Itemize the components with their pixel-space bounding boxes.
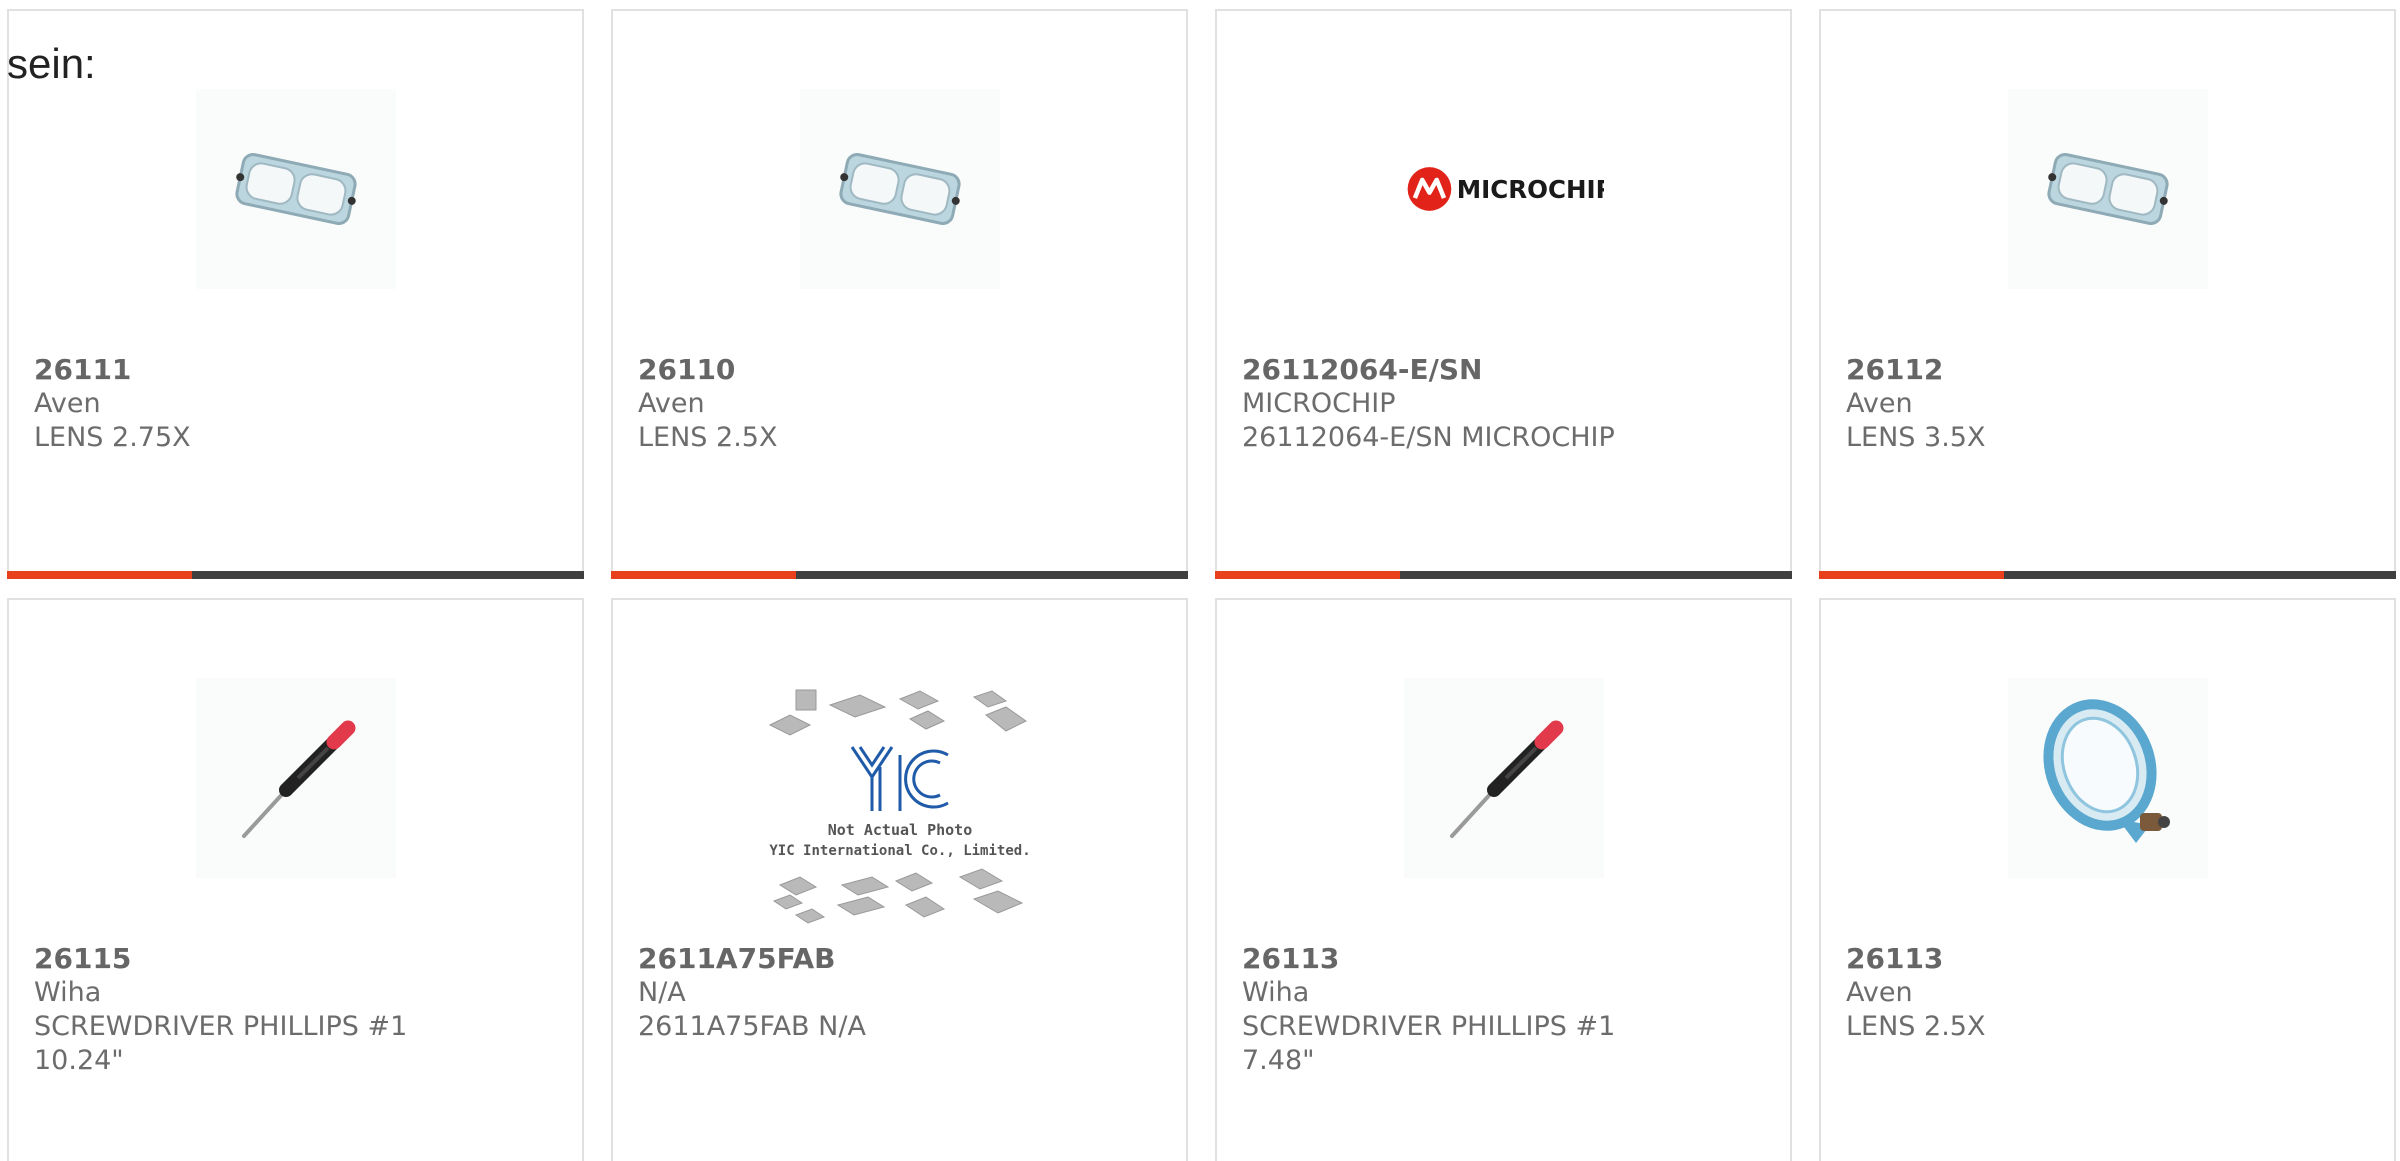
product-description: SCREWDRIVER PHILLIPS #1 [1242,1011,1616,1042]
magnifier-lens-image [2007,89,2208,289]
card-footer-bar [1819,571,2396,579]
part-number[interactable]: 26110 [638,353,1166,387]
product-description: SCREWDRIVER PHILLIPS #1 [34,1011,408,1042]
magnifier-lens-image [195,89,396,289]
product-description: 2611A75FAB N/A [638,1011,866,1042]
part-number[interactable]: 26112 [1846,353,2374,387]
product-card[interactable]: 26112 Aven LENS 3.5X [1819,9,2396,579]
product-card[interactable]: 26111 Aven LENS 2.75X [7,9,584,579]
screwdriver-image [1403,678,1604,878]
microchip-logo-text: MICROCHIP [1456,175,1603,204]
product-card[interactable]: 26115 Wiha SCREWDRIVER PHILLIPS #1 10.24… [7,598,584,1161]
product-card[interactable]: MICROCHIP 26112064-E/SN MICROCHIP 261120… [1215,9,1792,579]
screwdriver-image [195,678,396,878]
product-description: LENS 2.75X [34,422,191,453]
placeholder-caption: Not Actual Photo [827,821,972,839]
card-footer-bar [7,571,584,579]
card-footer-bar [611,571,1188,579]
product-description: 26112064-E/SN MICROCHIP [1242,422,1615,453]
product-description-length: 7.48" [1242,1045,1315,1076]
card-footer-bar [1215,571,1792,579]
card-footer-accent [7,571,192,579]
brand-name: Wiha [1242,977,1310,1008]
part-number[interactable]: 26112064-E/SN [1242,353,1770,387]
part-number[interactable]: 26113 [1846,942,2374,976]
product-card[interactable]: Not Actual Photo YIC International Co., … [611,598,1188,1161]
brand-name: Aven [1846,388,1913,419]
brand-name: Wiha [34,977,102,1008]
product-description: LENS 2.5X [1846,1011,1986,1042]
product-description: LENS 3.5X [1846,422,1986,453]
part-number[interactable]: 2611A75FAB [638,942,1166,976]
part-number[interactable]: 26115 [34,942,562,976]
part-number[interactable]: 26113 [1242,942,1770,976]
product-description-length: 10.24" [34,1045,124,1076]
microchip-logo: MICROCHIP [1404,89,1604,289]
product-description: LENS 2.5X [638,422,778,453]
single-magnifier-lens-image [2007,678,2208,878]
product-card[interactable]: 26113 Aven LENS 2.5X [1819,598,2396,1161]
placeholder-caption-company: YIC International Co., Limited. [769,843,1030,859]
magnifier-lens-image [799,89,1000,289]
card-footer-accent [1215,571,1400,579]
part-number[interactable]: 26111 [34,353,562,387]
brand-name: N/A [638,977,686,1008]
not-actual-photo-placeholder: Not Actual Photo YIC International Co., … [760,685,1040,925]
card-footer-accent [611,571,796,579]
brand-name: Aven [34,388,101,419]
brand-name: MICROCHIP [1242,388,1396,419]
card-footer-accent [1819,571,2004,579]
product-card[interactable]: 26113 Wiha SCREWDRIVER PHILLIPS #1 7.48" [1215,598,1792,1161]
brand-name: Aven [1846,977,1913,1008]
lead-text: sein: [7,40,96,87]
product-card[interactable]: 26110 Aven LENS 2.5X [611,9,1188,579]
brand-name: Aven [638,388,705,419]
